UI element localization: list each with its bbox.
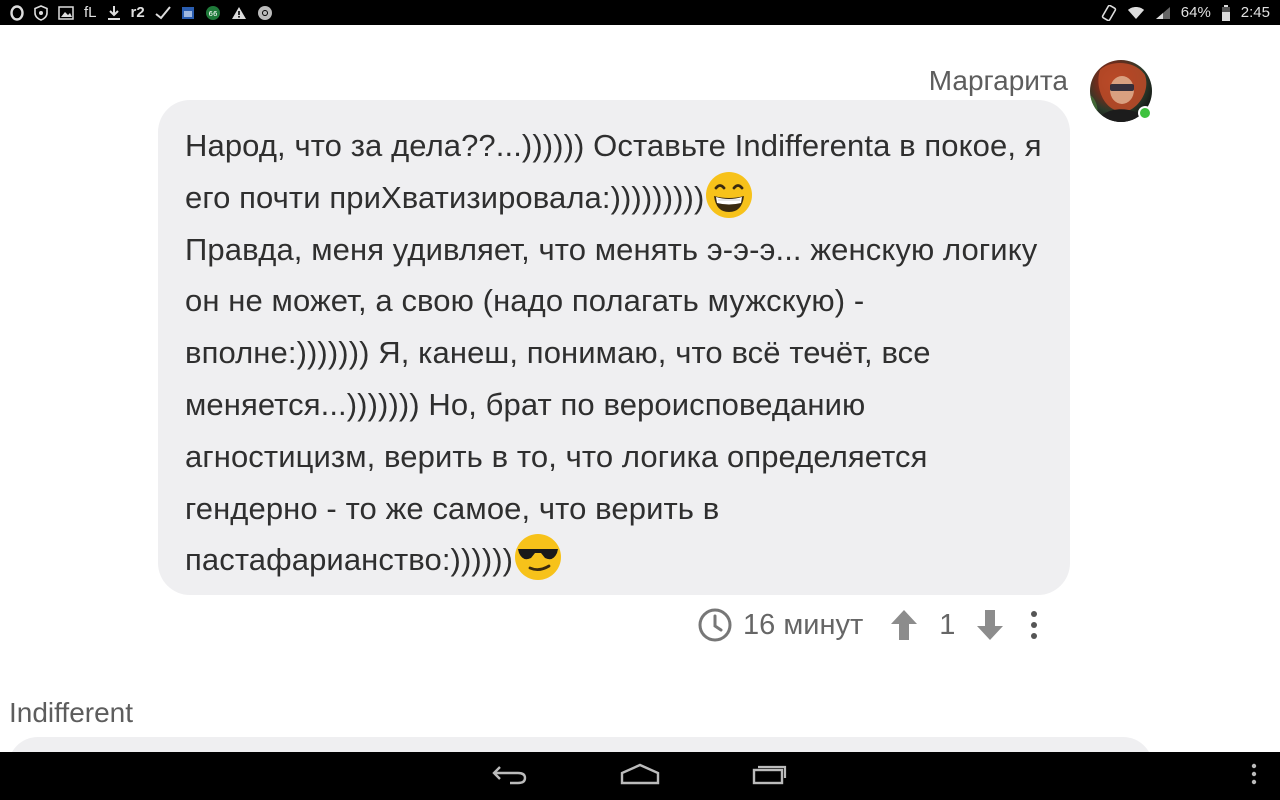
- more-options-icon[interactable]: [1027, 608, 1041, 642]
- downvote-arrow-icon[interactable]: [975, 608, 1005, 642]
- check-icon: [155, 4, 171, 22]
- comment-author[interactable]: Маргарита: [929, 65, 1068, 97]
- status-bar-right: 64% 2:45: [1101, 4, 1270, 22]
- recent-apps-icon: [752, 763, 788, 790]
- home-button[interactable]: [620, 762, 660, 790]
- svg-text:66: 66: [208, 10, 217, 18]
- navigation-bar: [0, 752, 1280, 800]
- comment-time: 16 минут: [743, 608, 864, 641]
- battery-icon: [1221, 4, 1231, 22]
- upvote-arrow-icon[interactable]: [889, 608, 919, 642]
- rotation-icon: [1101, 4, 1117, 22]
- battery-percent: 64%: [1180, 4, 1211, 21]
- r2-icon: r2: [130, 4, 145, 21]
- comment-text-part-2: Правда, меня удивляет, что менять э-э-э.…: [185, 231, 1038, 578]
- fl-icon: fL: [84, 4, 97, 21]
- chrome-icon: [257, 4, 273, 22]
- comment-meta: 16 минут 1: [697, 605, 1041, 645]
- overflow-menu-icon: [1250, 763, 1258, 790]
- image-icon: [58, 4, 74, 22]
- next-comment-bubble[interactable]: [8, 737, 1153, 752]
- vote-count: 1: [939, 608, 956, 641]
- back-button[interactable]: [490, 762, 530, 790]
- opera-icon: [10, 4, 24, 22]
- warning-icon: [231, 4, 247, 22]
- comment-text-part-1: Народ, что за дела??...)))))) Оставьте I…: [185, 128, 1042, 215]
- avatar[interactable]: [1090, 60, 1152, 122]
- comment-text: Народ, что за дела??...)))))) Оставьте I…: [185, 120, 1042, 586]
- grinning-emoji-icon: [704, 170, 754, 220]
- clock: 2:45: [1240, 4, 1270, 21]
- online-indicator: [1138, 106, 1152, 120]
- badge-66-icon: 66: [205, 4, 221, 22]
- home-icon: [620, 763, 660, 790]
- signal-icon: [1155, 4, 1171, 22]
- comment-bubble[interactable]: Народ, что за дела??...)))))) Оставьте I…: [158, 100, 1070, 595]
- status-bar: fL r2 66 64% 2:45: [0, 0, 1280, 25]
- back-arrow-icon: [492, 763, 528, 790]
- download-icon: [107, 4, 121, 22]
- next-comment-author[interactable]: Indifferent: [9, 697, 133, 729]
- menu-button[interactable]: [1244, 762, 1264, 790]
- recent-apps-button[interactable]: [750, 762, 790, 790]
- shield-icon: [34, 4, 48, 22]
- clock-icon: [697, 607, 733, 643]
- sunglasses-emoji-icon: [513, 532, 563, 582]
- comments-view[interactable]: Маргарита Народ, что за дела??...)))))) …: [0, 25, 1280, 752]
- wifi-icon: [1127, 4, 1145, 22]
- calendar-icon: [181, 4, 195, 22]
- status-bar-left: fL r2 66: [10, 4, 273, 22]
